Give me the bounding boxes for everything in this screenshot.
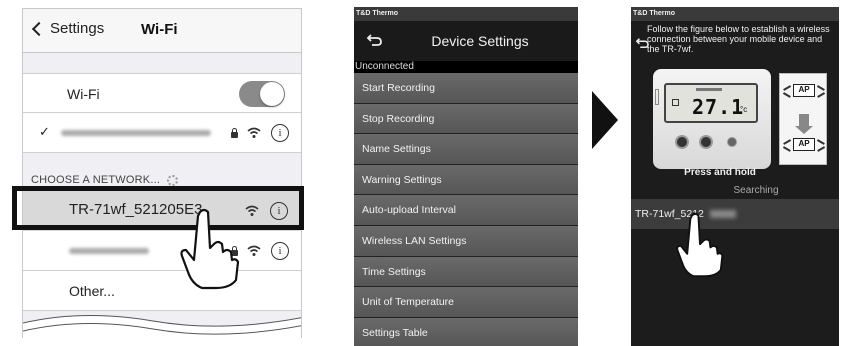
- menu-item-warning-settings[interactable]: Warning Settings: [354, 164, 578, 196]
- menu-item-unit-of-temperature[interactable]: Unit of Temperature: [354, 287, 578, 318]
- ios-wifi-panel: Settings Wi-Fi Wi-Fi ✓ i CHOOSE A NETWOR…: [22, 8, 302, 338]
- device-side-marker: [655, 89, 659, 105]
- ap-label-top: AP: [793, 84, 815, 97]
- other-label: Other...: [69, 283, 115, 299]
- lcd-unit: °c: [740, 105, 748, 114]
- tr7wf-device-illustration: 27.1 °c: [653, 69, 771, 169]
- ray-mark: [817, 85, 825, 91]
- page-title: Wi-Fi: [141, 21, 178, 38]
- ray-mark: [783, 92, 791, 98]
- lcd-square-icon: [672, 99, 679, 106]
- info-icon[interactable]: i: [271, 242, 289, 260]
- menu-item-auto-upload-interval[interactable]: Auto-upload Interval: [354, 195, 578, 226]
- torn-edge-wave: [23, 315, 301, 338]
- ray-mark: [783, 139, 791, 145]
- searching-label: Searching: [733, 185, 779, 196]
- wifi-label: Wi-Fi: [67, 86, 100, 102]
- connection-status: Unconnected: [354, 61, 578, 73]
- connection-guide-panel: T&D Thermo Follow the figure below to es…: [631, 7, 839, 346]
- instruction-text: Follow the figure below to establish a w…: [647, 24, 830, 54]
- menu-item-settings-table[interactable]: Settings Table: [354, 317, 578, 346]
- page-title: Device Settings: [431, 33, 529, 49]
- checkmark-icon: ✓: [39, 124, 50, 139]
- menu-item-start-recording[interactable]: Start Recording: [354, 73, 578, 104]
- menu-item-time-settings[interactable]: Time Settings: [354, 256, 578, 288]
- next-step-arrow-icon: [592, 91, 618, 149]
- other-network-row[interactable]: Other...: [23, 271, 301, 311]
- device-button-1: [675, 135, 689, 149]
- device-settings-panel: T&D Thermo Device Settings Unconnected S…: [354, 7, 578, 346]
- lcd-temperature: 27.1: [692, 95, 745, 119]
- selection-highlight-box: [12, 186, 304, 230]
- settings-menu: Start Recording Stop Recording Name Sett…: [354, 73, 578, 346]
- chevron-left-icon: [31, 21, 47, 36]
- menu-item-wireless-lan-settings[interactable]: Wireless LAN Settings: [354, 225, 578, 257]
- toggle-knob: [260, 82, 284, 106]
- status-bar: T&D Thermo: [631, 7, 839, 21]
- network-row-hidden[interactable]: i: [23, 231, 301, 271]
- wifi-signal-icon: [247, 245, 261, 256]
- wifi-toggle[interactable]: [239, 81, 285, 107]
- app-header: Device Settings: [354, 21, 578, 61]
- device-buttons: [675, 135, 755, 153]
- connected-network-row[interactable]: ✓ i: [23, 113, 301, 153]
- down-arrow-icon: [795, 114, 813, 134]
- device-lcd: 27.1 °c: [664, 83, 758, 123]
- loading-spinner-icon: [167, 174, 179, 186]
- ray-mark: [817, 146, 825, 152]
- lcd-indicator: [696, 88, 722, 91]
- menu-item-stop-recording[interactable]: Stop Recording: [354, 103, 578, 135]
- menu-item-name-settings[interactable]: Name Settings: [354, 134, 578, 165]
- ap-label-bottom: AP: [793, 138, 815, 151]
- wifi-signal-icon: [247, 127, 261, 138]
- ray-mark: [783, 85, 791, 91]
- press-and-hold-label: Press and hold: [684, 167, 756, 178]
- ray-mark: [817, 92, 825, 98]
- ray-mark: [783, 146, 791, 152]
- found-network-row[interactable]: TR-71wf_5212: [631, 199, 839, 229]
- tapping-hand-icon: [180, 208, 240, 290]
- blurred-network-name: [69, 248, 149, 254]
- nav-bar: Settings Wi-Fi: [23, 9, 301, 53]
- wifi-toggle-row: Wi-Fi: [23, 73, 301, 113]
- back-button[interactable]: Settings: [31, 20, 104, 37]
- status-bar: T&D Thermo: [354, 7, 578, 21]
- choose-network-label: CHOOSE A NETWORK...: [31, 174, 161, 186]
- back-label: Settings: [50, 20, 105, 37]
- info-icon[interactable]: i: [271, 124, 289, 142]
- choose-network-header: CHOOSE A NETWORK...: [31, 174, 179, 186]
- ap-indicator-illustration: AP AP: [779, 73, 827, 165]
- tapping-hand-icon: [676, 212, 724, 278]
- lock-icon: [231, 128, 238, 138]
- blurred-network-name: [61, 130, 211, 136]
- ray-mark: [817, 139, 825, 145]
- device-button-2: [699, 135, 713, 149]
- device-button-3: [727, 137, 737, 147]
